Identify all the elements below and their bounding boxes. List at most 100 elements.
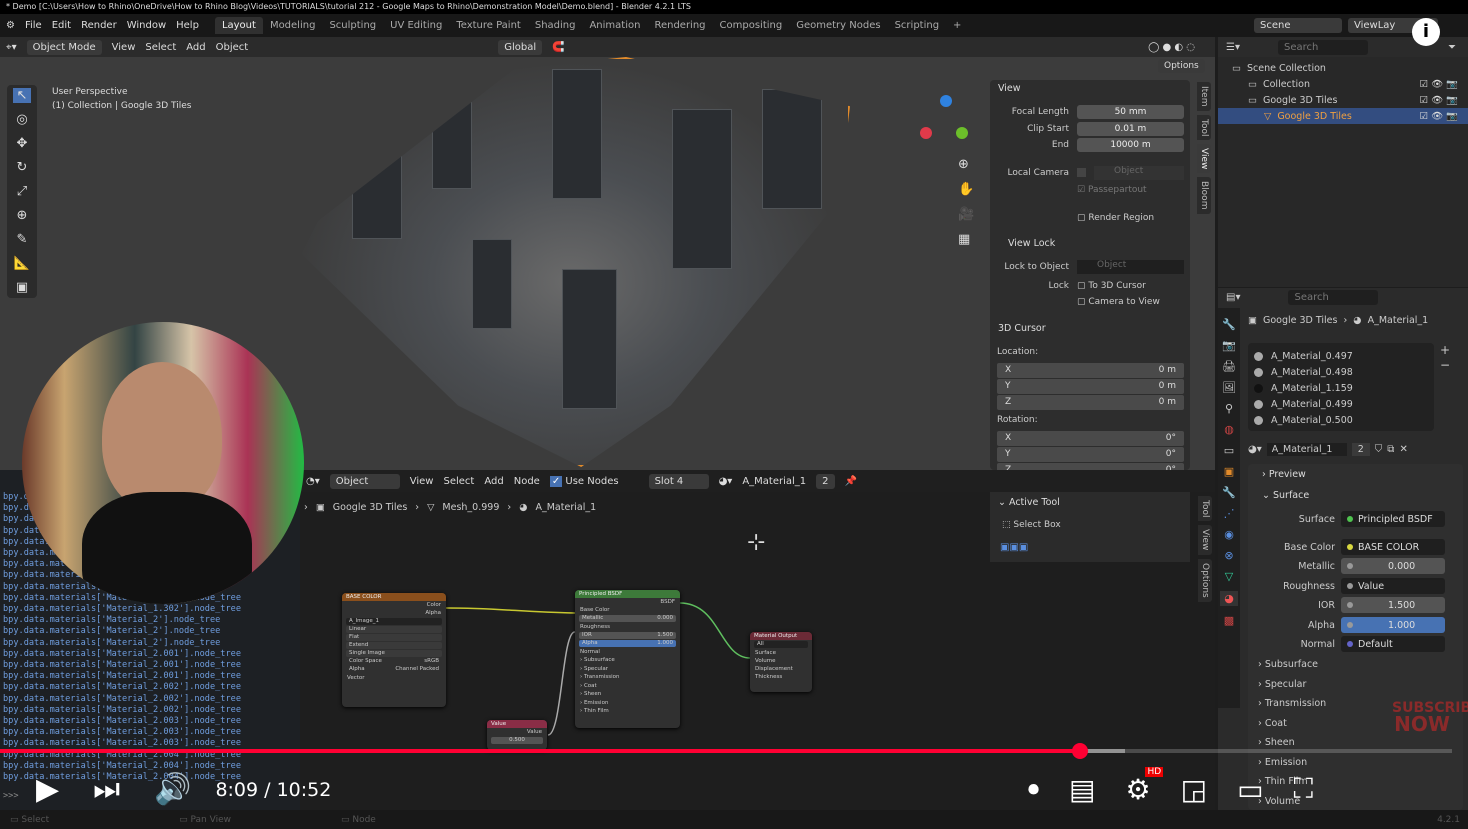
tool-tab-icon[interactable]: 🔧 — [1222, 318, 1236, 331]
target-dropdown[interactable]: All — [757, 641, 764, 648]
prop-value-field[interactable]: 0.000 — [1341, 558, 1445, 574]
material-slot[interactable]: A_Material_0.497 — [1254, 348, 1434, 364]
collection-tab-icon[interactable]: ▭ — [1224, 444, 1234, 457]
volume-icon[interactable]: 🔊 — [154, 772, 191, 807]
play-icon[interactable]: ▶ — [36, 772, 59, 807]
subsection-specular[interactable]: › Specular — [1258, 679, 1306, 690]
camera-to-view-checkbox[interactable]: ▢ Camera to View — [1077, 297, 1160, 307]
next-icon[interactable]: ⏭ — [93, 772, 120, 807]
source-dropdown[interactable]: Single Image — [349, 650, 385, 657]
mode-dropdown[interactable]: Object Mode — [26, 39, 102, 55]
image-name[interactable]: A_Image_1 — [349, 618, 379, 625]
transform-tool-icon[interactable]: ⊕ — [17, 208, 28, 223]
workspace-tab[interactable]: + — [946, 17, 968, 34]
rotate-tool-icon[interactable]: ↻ — [17, 160, 28, 175]
annotate-tool-icon[interactable]: ✎ — [17, 232, 28, 247]
outliner-item[interactable]: ▭ Scene Collection — [1218, 60, 1468, 76]
zoom-icon[interactable]: ⊕ — [958, 157, 974, 172]
prop-value-field[interactable]: Value — [1341, 578, 1445, 594]
ior-value[interactable]: 1.500 — [657, 632, 673, 639]
theater-icon[interactable]: ▭ — [1237, 773, 1263, 806]
autoplay-toggle[interactable]: ⏺ — [1028, 777, 1039, 802]
remove-slot-button[interactable]: − — [1440, 358, 1450, 373]
select-tool-icon[interactable]: ↖ — [12, 88, 32, 103]
menu-edit[interactable]: Edit — [52, 20, 71, 31]
lock-object-field[interactable]: Object — [1077, 260, 1184, 274]
video-progress-bar[interactable] — [0, 743, 1452, 759]
workspace-tab[interactable]: Modeling — [263, 17, 323, 34]
value-field[interactable]: 0.500 — [509, 737, 525, 744]
select-mode-buttons[interactable]: ▣▣▣ — [1000, 542, 1028, 553]
material-name-field[interactable]: A_Material_1 — [1266, 442, 1347, 456]
clip-end-field[interactable]: 10000 m — [1077, 138, 1184, 152]
preview-section[interactable]: › Preview — [1262, 469, 1306, 480]
add-cube-tool-icon[interactable]: ▣ — [16, 280, 28, 295]
sidebar-tab-view[interactable]: View — [1197, 143, 1211, 174]
fullscreen-icon[interactable]: ⛶ — [1294, 772, 1314, 806]
editor-type-icon[interactable]: ▤▾ — [1226, 292, 1240, 303]
workspace-tab[interactable]: UV Editing — [383, 17, 449, 34]
workspace-tab[interactable]: Rendering — [647, 17, 712, 34]
workspace-tab[interactable]: Scripting — [888, 17, 946, 34]
material-slot[interactable]: A_Material_0.498 — [1254, 364, 1434, 380]
pan-hand-icon[interactable]: ✋ — [958, 182, 974, 197]
workspace-tab[interactable]: Sculpting — [322, 17, 383, 34]
value-node[interactable]: Value Value 0.500 — [487, 720, 547, 750]
visibility-eye-icon[interactable]: ☑ 👁 📷 — [1420, 79, 1468, 90]
material-slot[interactable]: A_Material_0.499 — [1254, 396, 1434, 412]
prop-value-field[interactable]: 1.500 — [1341, 597, 1445, 613]
projection-dropdown[interactable]: Flat — [349, 634, 359, 641]
cursor-loc-x[interactable]: X 0 m — [997, 363, 1184, 378]
workspace-tab[interactable]: Texture Paint — [449, 17, 528, 34]
fake-user-icon[interactable]: ⛉ — [1375, 444, 1383, 455]
object-tab-icon[interactable]: ▣ — [1224, 465, 1234, 478]
workspace-tab[interactable]: Layout — [214, 17, 263, 34]
view-section-header[interactable]: View — [998, 83, 1021, 94]
scale-tool-icon[interactable]: ⤢ — [17, 184, 27, 199]
to-3d-cursor-checkbox[interactable]: ▢ To 3D Cursor — [1077, 281, 1146, 291]
output-tab-icon[interactable]: 🖨 — [1222, 360, 1236, 373]
cursor-loc-y[interactable]: Y 0 m — [997, 379, 1184, 394]
render-tab-icon[interactable]: 📷 — [1222, 339, 1236, 352]
menu-render[interactable]: Render — [81, 20, 117, 31]
node-tab-options[interactable]: Options — [1198, 558, 1212, 602]
alpha-value[interactable]: 1.000 — [657, 640, 673, 647]
workspace-tab[interactable]: Geometry Nodes — [789, 17, 887, 34]
menu-window[interactable]: Window — [127, 20, 166, 31]
alpha-mode-dropdown[interactable]: Channel Packed — [395, 666, 439, 673]
node-tab-view[interactable]: View — [1198, 525, 1212, 555]
workspace-tab[interactable]: Animation — [582, 17, 647, 34]
material-slot[interactable]: A_Material_0.500 — [1254, 412, 1434, 428]
workspace-tab[interactable]: Compositing — [713, 17, 790, 34]
duplicate-icon[interactable]: ⧉ — [1387, 444, 1394, 455]
prop-value-field[interactable]: 1.000 — [1341, 617, 1445, 633]
editor-type-icon[interactable]: ⌖▾ — [6, 42, 17, 53]
move-tool-icon[interactable]: ✥ — [17, 136, 28, 151]
bsdf-panel[interactable]: › Transmission — [575, 673, 680, 682]
unlink-icon[interactable]: ✕ — [1399, 444, 1407, 455]
material-slot-list[interactable]: A_Material_0.497 A_Material_0.498 A_Materi… — [1248, 343, 1434, 431]
miniplayer-icon[interactable]: ◲ — [1181, 773, 1207, 806]
workspace-tab[interactable]: Shading — [528, 17, 583, 34]
outliner-item[interactable]: ▽ Google 3D Tiles ☑ 👁 📷 — [1218, 108, 1468, 124]
viewport-menu-object[interactable]: Object — [216, 42, 249, 53]
bsdf-panel[interactable]: › Subsurface — [575, 656, 680, 665]
subsection-emission[interactable]: › Emission — [1258, 757, 1307, 768]
principled-bsdf-node[interactable]: Principled BSDF BSDF Base Color Metallic… — [575, 590, 680, 728]
scene-tab-icon[interactable]: ⚲ — [1225, 402, 1233, 415]
subsection-coat[interactable]: › Coat — [1258, 718, 1287, 729]
measure-tool-icon[interactable]: 📐 — [14, 256, 30, 271]
ortho-grid-icon[interactable]: ▦ — [958, 232, 974, 247]
options-dropdown[interactable]: Options — [1158, 59, 1205, 73]
node-tab-tool[interactable]: Tool — [1198, 496, 1212, 522]
interp-dropdown[interactable]: Linear — [349, 626, 366, 633]
metallic-value[interactable]: 0.000 — [657, 615, 673, 622]
local-camera-checkbox[interactable] — [1077, 168, 1086, 177]
material-slot[interactable]: A_Material_1.159 — [1254, 380, 1434, 396]
clip-start-field[interactable]: 0.01 m — [1077, 122, 1184, 136]
surface-section[interactable]: ⌄ Surface — [1262, 490, 1309, 501]
passepartout-checkbox[interactable]: ☑ Passepartout — [1077, 185, 1147, 195]
prop-value-field[interactable]: BASE COLOR — [1341, 539, 1445, 555]
display-mode-icon[interactable]: ☰▾ — [1226, 42, 1240, 53]
outliner-item[interactable]: ▭ Google 3D Tiles ☑ 👁 📷 — [1218, 92, 1468, 108]
